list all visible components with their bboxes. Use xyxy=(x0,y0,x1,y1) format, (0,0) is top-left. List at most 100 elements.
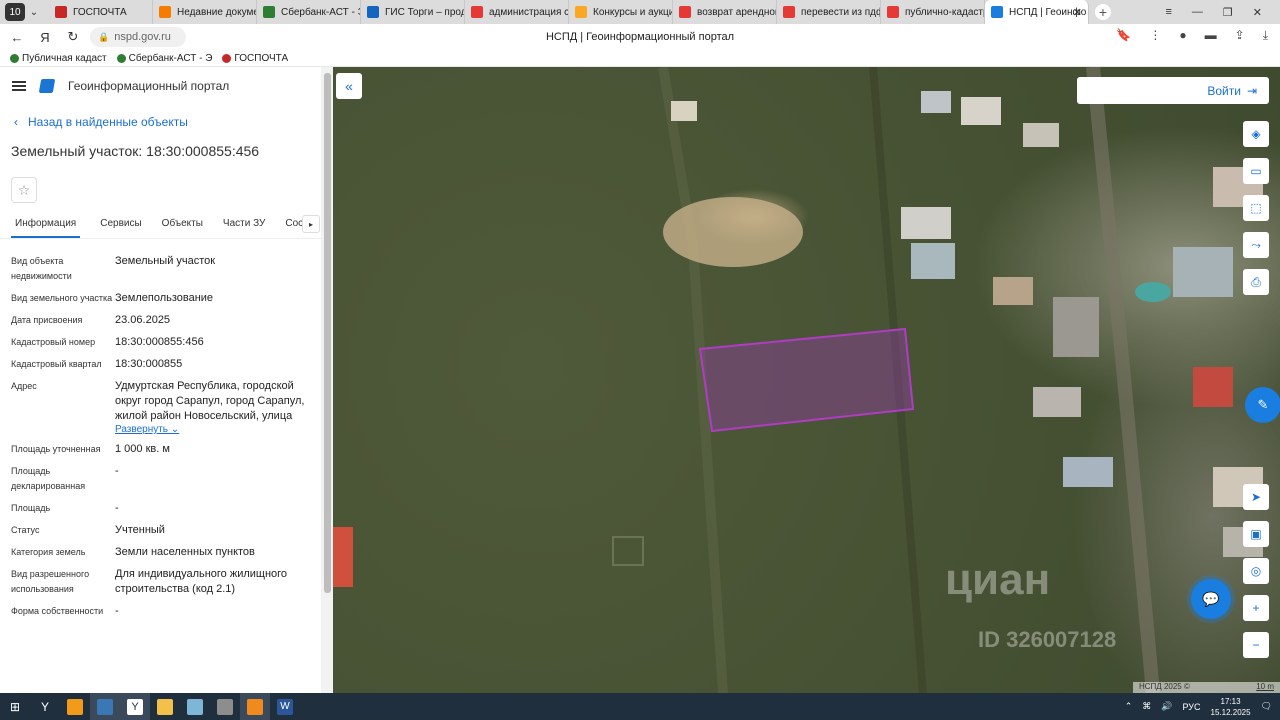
restore-icon[interactable]: ❐ xyxy=(1223,6,1233,19)
browser-tab[interactable]: ГИС Торги – прод xyxy=(361,0,465,24)
share-icon[interactable]: ⤳ xyxy=(1243,232,1269,258)
office-app-icon[interactable] xyxy=(60,693,90,720)
map-view[interactable]: « Войти ⇥ ◈ ▭ ⬚ ⤳ ⎙ ✎ ➤ ▣ ◎ + − циан ID … xyxy=(333,67,1280,693)
property-key: Дата присвоения xyxy=(11,315,83,325)
tabs-scroll-right-icon[interactable]: ▸ xyxy=(302,215,320,233)
property-value-text: Земли населенных пунктов xyxy=(115,546,255,558)
yandex-app-icon[interactable]: Y xyxy=(30,693,60,720)
bookmark-favicon-icon xyxy=(10,53,19,63)
browser-tab[interactable]: Недавние докумен xyxy=(153,0,257,24)
land-parcel-outline[interactable] xyxy=(333,67,1280,693)
collapse-panel-button[interactable]: « xyxy=(336,73,362,99)
favorite-star-icon[interactable]: ☆ xyxy=(11,177,37,203)
tab-count-badge[interactable]: 10 xyxy=(5,3,25,21)
hamburger-menu-icon[interactable] xyxy=(12,81,26,91)
new-tab-button[interactable]: + xyxy=(1095,4,1111,20)
browser-tab[interactable]: возврат арендной xyxy=(673,0,777,24)
explorer-app-icon[interactable] xyxy=(90,693,120,720)
bookmark-item[interactable]: Публичная кадаст xyxy=(10,53,107,64)
browser-tab[interactable]: НСПД | Геоинфо ✕ xyxy=(985,0,1089,24)
property-value-text: - xyxy=(115,465,119,477)
panel-tab[interactable]: Информация xyxy=(11,213,81,238)
chevron-left-icon: ‹ xyxy=(14,115,18,129)
property-value-text: Земельный участок xyxy=(115,255,216,267)
url-field[interactable]: 🔒 nspd.gov.ru xyxy=(90,27,186,47)
network-icon[interactable]: ⌘ xyxy=(1142,701,1151,712)
browser-tab[interactable]: администрация са xyxy=(465,0,569,24)
browser-tab[interactable]: публично-кадастр xyxy=(881,0,985,24)
panel-tab[interactable]: Сервисы xyxy=(100,213,141,238)
bookmark-item[interactable]: ГОСПОЧТА xyxy=(222,53,288,64)
bookmark-icon[interactable]: 🔖 xyxy=(1116,28,1131,43)
property-value-text: 18:30:000855:456 xyxy=(115,336,204,348)
bookmark-item[interactable]: Сбербанк-АСТ - Э xyxy=(116,53,212,64)
clock-date: 15.12.2025 xyxy=(1210,707,1251,717)
page-title: НСПД | Геоинформационный портал xyxy=(545,31,735,43)
volume-icon[interactable]: 🔊 xyxy=(1161,701,1172,712)
clock[interactable]: 17:13 15.12.2025 xyxy=(1211,696,1251,718)
print-icon[interactable]: ⎙ xyxy=(1243,269,1269,295)
address-bar-actions: 🔖 ⋮ ● ▬ ⇪ ⤓ xyxy=(1116,28,1268,43)
expand-address-link[interactable]: Развернуть ⌄ xyxy=(115,424,322,435)
panel-tab[interactable]: Объекты xyxy=(162,213,203,238)
chevron-down-icon[interactable]: ⌄ xyxy=(27,3,41,21)
select-area-icon[interactable]: ⬚ xyxy=(1243,195,1269,221)
download-icon[interactable]: ⤓ xyxy=(1263,28,1268,43)
property-value-text: - xyxy=(115,502,119,514)
tab-label: ГИС Торги – прод xyxy=(385,6,465,18)
profile-icon[interactable]: ● xyxy=(1179,28,1186,43)
property-value-text: Для индивидуального жилищного строительс… xyxy=(115,568,288,595)
property-row: Адрес Удмуртская Республика, городской ок… xyxy=(11,379,322,435)
property-key: Вид земельного участка xyxy=(11,293,113,303)
bookmark-favicon-icon xyxy=(116,53,126,63)
expand-label: Развернуть xyxy=(115,424,169,435)
yandex-browser-icon[interactable]: Y xyxy=(120,693,150,720)
ruler-icon[interactable]: ▭ xyxy=(1243,158,1269,184)
back-to-results-link[interactable]: ‹ Назад в найденные объекты xyxy=(14,115,333,129)
word-app-icon[interactable]: W xyxy=(270,693,300,720)
windows-start-icon[interactable]: ⊞ xyxy=(0,693,30,720)
object-title: Земельный участок: 18:30:000855:456 xyxy=(11,143,260,159)
close-tab-icon[interactable]: ✕ xyxy=(1073,6,1082,19)
geolocation-icon[interactable]: ◎ xyxy=(1243,558,1269,584)
browser-tab[interactable]: Конкурсы и аукцио xyxy=(569,0,673,24)
clock-time: 17:13 xyxy=(1220,696,1241,706)
browser-tab[interactable]: Сбербанк-АСТ - Эл xyxy=(257,0,361,24)
tab-favicon-icon xyxy=(367,6,379,18)
notes-app-icon[interactable] xyxy=(180,693,210,720)
minimize-icon[interactable]: — xyxy=(1192,6,1203,18)
share-icon[interactable]: ⇪ xyxy=(1235,28,1245,43)
browser-tab[interactable]: ГОСПОЧТА xyxy=(49,0,153,24)
more-icon[interactable]: ⋮ xyxy=(1149,28,1161,43)
system-tray: ⌃ ⌘ 🔊 РУС 17:13 15.12.2025 🗨 xyxy=(1125,693,1272,720)
reload-icon[interactable]: ↻ xyxy=(62,29,84,45)
zoom-out-button[interactable]: − xyxy=(1243,632,1269,658)
property-key: Форма собственности xyxy=(11,606,104,616)
login-button[interactable]: Войти ⇥ xyxy=(1077,77,1269,104)
menu-icon[interactable]: ≡ xyxy=(1165,6,1171,18)
notifications-icon[interactable]: 🗨 xyxy=(1261,701,1272,712)
feedback-icon[interactable]: ✎ xyxy=(1245,387,1280,423)
close-window-icon[interactable]: ✕ xyxy=(1253,6,1262,19)
tab-favicon-icon xyxy=(263,6,275,18)
browser-tab[interactable]: перевести из пдф xyxy=(777,0,881,24)
attribution-text: НСПД 2025 © xyxy=(1139,682,1190,691)
panel-scrollbar[interactable] xyxy=(321,67,333,693)
locate-arrow-icon[interactable]: ➤ xyxy=(1243,484,1269,510)
panel-tab[interactable]: Части ЗУ xyxy=(223,213,265,238)
tray-expand-icon[interactable]: ⌃ xyxy=(1125,701,1133,712)
chat-icon[interactable]: 💬 xyxy=(1191,579,1231,619)
yandex-icon[interactable]: Я xyxy=(34,30,56,45)
extension-icon[interactable]: ▬ xyxy=(1205,28,1217,43)
pdf-app-icon[interactable] xyxy=(240,693,270,720)
property-key: Адрес xyxy=(11,381,37,391)
back-arrow-icon[interactable]: ← xyxy=(6,30,28,45)
minimap-icon[interactable]: ▣ xyxy=(1243,521,1269,547)
photos-app-icon[interactable] xyxy=(210,693,240,720)
folder-icon[interactable] xyxy=(150,693,180,720)
tab-favicon-icon xyxy=(55,6,67,18)
language-indicator[interactable]: РУС xyxy=(1182,702,1200,712)
layers-icon[interactable]: ◈ xyxy=(1243,121,1269,147)
scrollbar-thumb[interactable] xyxy=(324,73,331,593)
zoom-in-button[interactable]: + xyxy=(1243,595,1269,621)
